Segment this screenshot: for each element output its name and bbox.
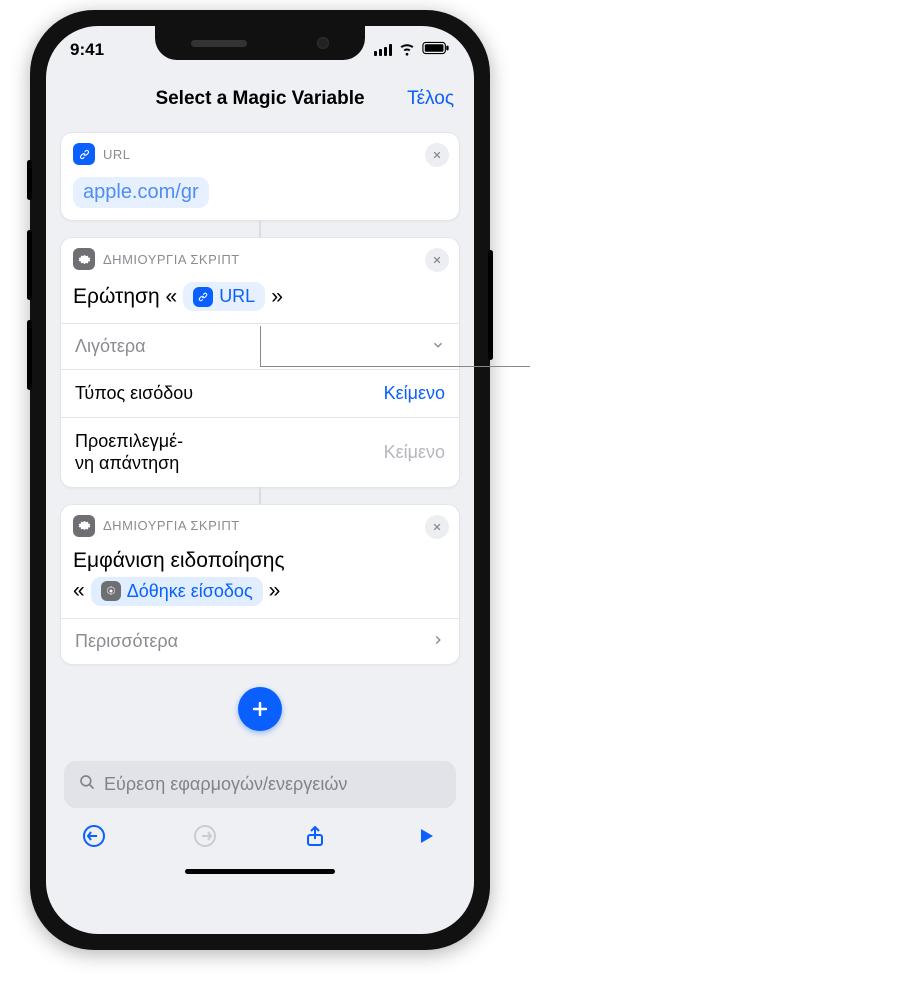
magic-variable-provided-input[interactable]: Δόθηκε είσοδος (91, 577, 263, 606)
alert-prefix: « (73, 579, 85, 603)
wifi-icon (398, 39, 416, 62)
share-button[interactable] (303, 824, 327, 853)
url-value-pill[interactable]: apple.com/gr (73, 177, 209, 208)
ask-prefix: Ερώτηση « (73, 285, 177, 309)
cellular-signal-icon (374, 44, 392, 56)
search-placeholder: Εύρεση εφαρμογών/ενεργειών (104, 774, 347, 795)
battery-icon (422, 40, 450, 60)
default-answer-value: Κείμενο (384, 442, 445, 463)
show-more-label: Περισσότερα (75, 631, 178, 652)
input-type-label: Τύπος εισόδου (75, 382, 193, 405)
ask-prompt-line[interactable]: Ερώτηση « URL » (73, 282, 447, 311)
close-icon-alert[interactable] (425, 515, 449, 539)
callout-connector-vertical (260, 326, 261, 366)
search-icon (78, 773, 96, 796)
gear-icon (73, 515, 95, 537)
volume-button-down (27, 320, 32, 390)
link-icon (73, 143, 95, 165)
magic-variable-provided-input-label: Δόθηκε είσοδος (127, 581, 253, 602)
input-type-value[interactable]: Κείμενο (384, 383, 445, 404)
alert-title-line: Εμφάνιση ειδοποίησης (73, 549, 285, 573)
speaker-grill (191, 40, 247, 47)
input-type-row[interactable]: Τύπος εισόδου Κείμενο (61, 370, 459, 417)
card-header-label: URL (103, 147, 131, 162)
show-less-label: Λιγότερα (75, 336, 146, 357)
default-answer-label: Προεπιλεγμέ- νη απάντηση (75, 430, 183, 475)
gear-icon (73, 248, 95, 270)
undo-button[interactable] (82, 824, 106, 853)
screen: 9:41 Select a Mag (46, 26, 474, 934)
magic-variable-url[interactable]: URL (183, 282, 265, 311)
magic-variable-url-label: URL (219, 286, 255, 307)
navigation-bar: Select a Magic Variable Τέλος (46, 74, 474, 124)
front-camera (317, 37, 329, 49)
link-icon-small (193, 287, 213, 307)
connector-line (259, 487, 261, 505)
alert-suffix: » (269, 579, 281, 603)
status-time: 9:41 (70, 40, 104, 60)
callout-connector-horizontal (260, 366, 530, 367)
action-card-url[interactable]: URL apple.com/gr (60, 132, 460, 221)
close-icon-url[interactable] (425, 143, 449, 167)
default-answer-row[interactable]: Προεπιλεγμέ- νη απάντηση Κείμενο (61, 418, 459, 487)
run-button[interactable] (414, 824, 438, 853)
ask-suffix: » (271, 285, 283, 309)
done-button[interactable]: Τέλος (407, 88, 454, 110)
phone-frame: 9:41 Select a Mag (30, 10, 490, 950)
notch (155, 26, 365, 60)
connector-line (259, 220, 261, 238)
home-indicator[interactable] (185, 869, 335, 874)
close-icon-ask[interactable] (425, 248, 449, 272)
add-action-button[interactable] (238, 687, 282, 731)
chevron-down-icon (431, 336, 445, 357)
bottom-toolbar (60, 808, 460, 859)
search-input[interactable]: Εύρεση εφαρμογών/ενεργειών (64, 761, 456, 808)
power-button (488, 250, 493, 360)
action-card-show-alert[interactable]: ΔΗΜΙΟΥΡΓΙΑ ΣΚΡΙΠΤ Εμφάνιση ειδοποίησης « (60, 504, 460, 665)
page-title: Select a Magic Variable (155, 88, 364, 110)
volume-button-up (27, 230, 32, 300)
card-header-label-script2: ΔΗΜΙΟΥΡΓΙΑ ΣΚΡΙΠΤ (103, 518, 240, 533)
volume-button-silent (27, 160, 32, 200)
redo-button[interactable] (193, 824, 217, 853)
chevron-right-icon (431, 631, 445, 652)
url-value-text: apple.com/gr (83, 181, 199, 204)
gear-icon-small (101, 581, 121, 601)
show-more-row[interactable]: Περισσότερα (61, 618, 459, 664)
card-header-label-script: ΔΗΜΙΟΥΡΓΙΑ ΣΚΡΙΠΤ (103, 252, 240, 267)
